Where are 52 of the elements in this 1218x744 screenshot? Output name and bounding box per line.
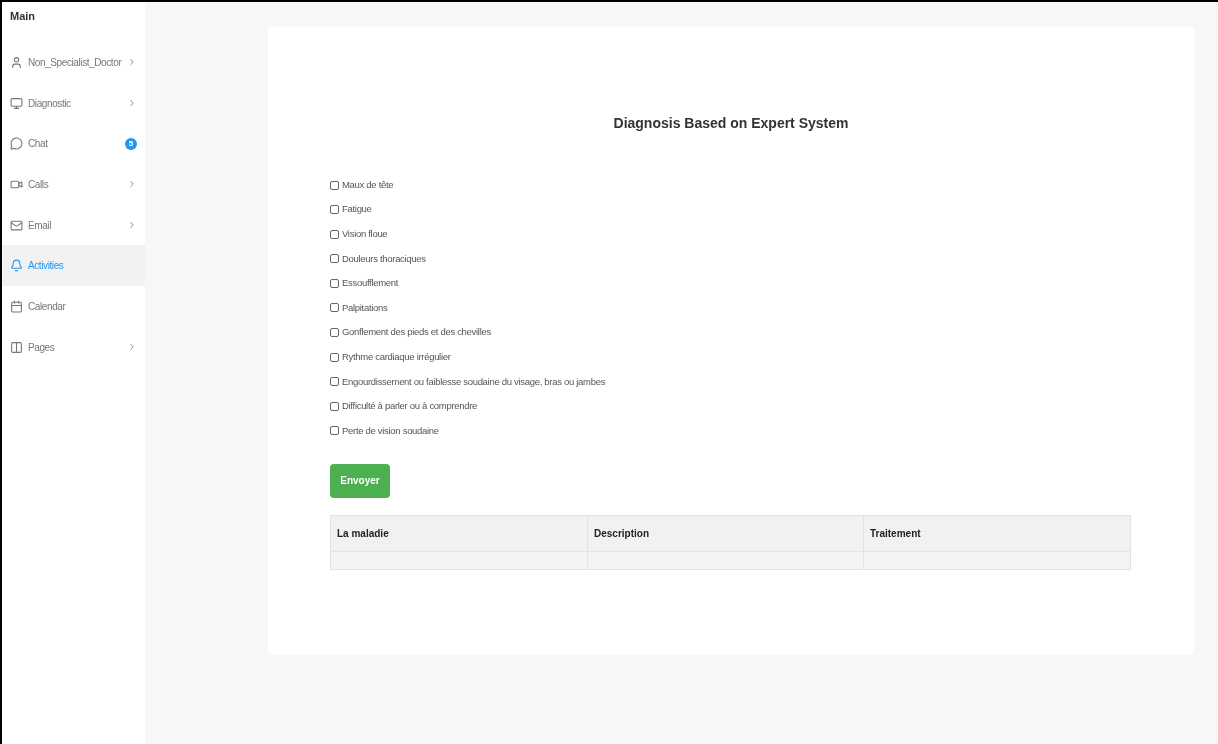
column-header: Traitement [863,515,1131,552]
sidebar-label: Email [28,218,52,233]
checkbox-label: Palpitations [342,300,388,315]
checkbox-label: Essoufflement [342,276,399,291]
person-icon [10,55,23,69]
checkbox[interactable] [330,303,339,313]
chat-bubble-icon [10,137,23,151]
checkbox[interactable] [330,426,339,436]
sidebar-label: Activities [28,259,65,274]
checkbox-label: Difficulté à parler ou à comprendre [342,399,478,414]
sidebar-label: Calendar [28,299,67,314]
sidebar-label: Calls [28,177,50,192]
column-header: La maladie [330,515,588,552]
sidebar-item[interactable]: Pages [2,326,145,368]
form-title: Diagnosis Based on Expert System [612,114,850,133]
envelope-icon [10,218,23,232]
sidebar-item[interactable]: Email [2,204,145,246]
submit-button[interactable]: Envoyer [330,463,390,498]
checkbox-label: Gonflement des pieds et des chevilles [342,325,491,340]
sidebar-item[interactable]: Chat 5 [2,123,145,165]
checkbox-label: Perte de vision soudaine [342,423,439,438]
checkbox[interactable] [330,401,339,411]
count-badge: 5 [125,137,137,150]
sidebar-label: Chat [28,137,49,152]
checkbox-label: Maux de tête [342,177,394,192]
bell-icon [10,259,23,273]
checkbox[interactable] [330,328,339,338]
checkbox-label: Douleurs thoraciques [342,251,426,266]
sidebar-item[interactable]: Activities [2,245,145,287]
sidebar-label: Pages [28,340,56,355]
checkbox[interactable] [330,229,339,239]
checkbox-label: Rythme cardiaque irrégulier [342,350,451,365]
columns-icon [10,340,23,354]
sidebar-label: Non_Specialist_Doctor [28,55,122,70]
sidebar-item[interactable]: Diagnostic [2,82,145,124]
checkbox[interactable] [330,278,339,288]
checkbox[interactable] [330,254,339,264]
checkbox[interactable] [330,205,339,215]
column-header: Description [587,515,864,552]
checkbox-label: Vision floue [342,227,388,242]
sidebar-item[interactable]: Calendar [2,286,145,327]
sidebar-item[interactable]: Non_Specialist_Doctor [2,42,145,83]
sidebar-item[interactable]: Calls [2,164,145,205]
checkbox-label: Engourdissement ou faiblesse soudaine du visage, bras ou jambes [342,374,606,389]
checkbox[interactable] [330,352,339,362]
monitor-icon [10,96,23,110]
checkbox[interactable] [330,377,339,387]
checkbox[interactable] [330,180,339,190]
sidebar-heading: Main [9,9,37,24]
sidebar-label: Diagnostic [28,96,72,111]
checkbox-label: Fatigue [342,202,372,217]
calendar-icon [10,299,23,313]
